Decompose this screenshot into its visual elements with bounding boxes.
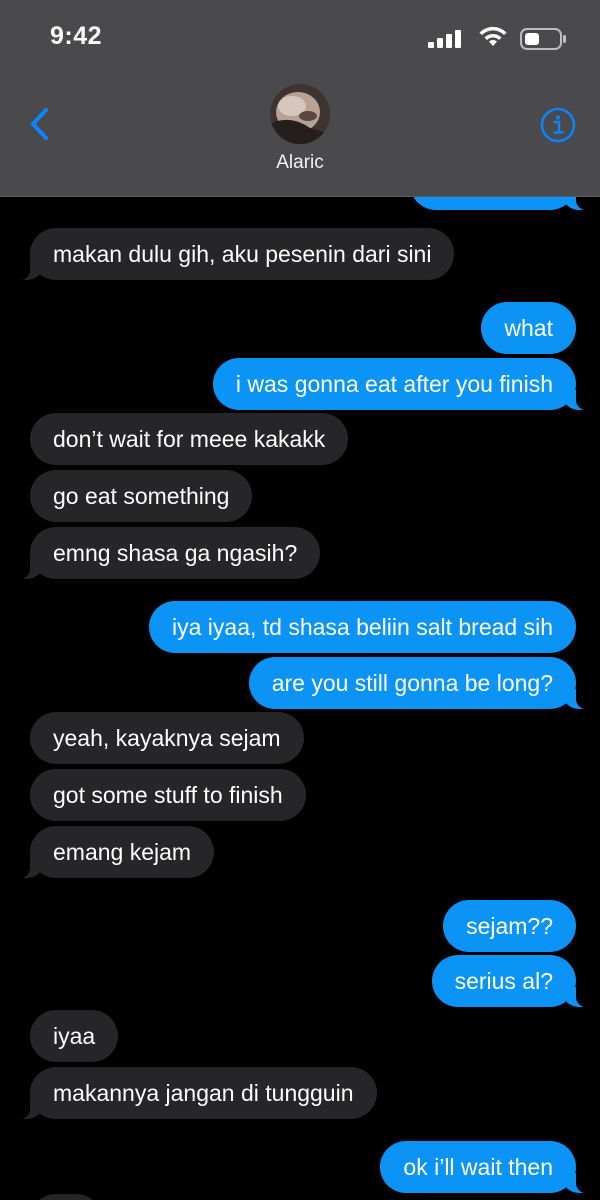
info-icon <box>540 107 576 143</box>
message-received[interactable]: don’t wait for meee kakakk <box>30 413 349 465</box>
message-text: emng shasa ga ngasih? <box>53 540 298 566</box>
message-bubble-partial[interactable] <box>30 1194 102 1200</box>
message-text: ok i’ll wait then <box>403 1154 553 1180</box>
message-received[interactable]: makannya jangan di tungguin <box>16 1067 377 1119</box>
message-received[interactable]: got some stuff to finish <box>30 769 306 821</box>
message-received[interactable]: iyaa <box>30 1010 119 1062</box>
message-text: got some stuff to finish <box>53 782 283 808</box>
contact-name[interactable]: Alaric <box>0 152 600 174</box>
message-received[interactable]: yeah, kayaknya sejam <box>30 712 304 764</box>
message-text: go eat something <box>53 483 230 509</box>
message-text: are you still gonna be long? <box>271 670 553 696</box>
messages-screen: makan dulu gih, aku pesenin dari sini wh… <box>0 0 600 1200</box>
message-text: what <box>504 315 553 341</box>
message-text: don’t wait for meee kakakk <box>53 426 326 452</box>
message-received[interactable]: makan dulu gih, aku pesenin dari sini <box>15 228 455 280</box>
wifi-icon <box>479 26 507 46</box>
message-text: sejam?? <box>466 913 553 939</box>
message-sent[interactable]: iya iyaa, td shasa beliin salt bread sih <box>149 601 576 653</box>
conversation-header: 9:42 Alaric <box>0 0 600 197</box>
message-text: makan dulu gih, aku pesenin dari sini <box>53 241 432 267</box>
message-sent[interactable]: ok i’ll wait then <box>380 1141 590 1193</box>
message-sent[interactable]: i was gonna eat after you finish <box>212 358 591 410</box>
contact-avatar[interactable] <box>270 84 330 144</box>
message-text: yeah, kayaknya sejam <box>53 725 281 751</box>
message-text: i was gonna eat after you finish <box>235 371 553 397</box>
chevron-left-icon <box>31 108 48 140</box>
message-sent[interactable]: serius al? <box>431 955 591 1007</box>
message-sent[interactable]: are you still gonna be long? <box>248 657 591 709</box>
message-received[interactable]: emang kejam <box>15 826 215 878</box>
avatar-image <box>270 84 330 144</box>
cellular-signal-icon <box>428 30 461 48</box>
status-time: 9:42 <box>50 22 103 50</box>
message-text: serius al? <box>454 968 553 994</box>
info-button[interactable] <box>540 107 576 143</box>
message-text: emang kejam <box>53 839 192 865</box>
message-text: makannya jangan di tungguin <box>53 1080 354 1106</box>
message-received[interactable]: go eat something <box>30 470 253 522</box>
battery-icon <box>520 28 566 50</box>
message-sent[interactable]: what <box>481 302 576 354</box>
message-text: iyaa <box>53 1023 96 1049</box>
message-text: iya iyaa, td shasa beliin salt bread sih <box>172 614 553 640</box>
back-button[interactable] <box>24 104 58 144</box>
message-sent[interactable]: sejam?? <box>443 900 576 952</box>
message-received[interactable]: emng shasa ga ngasih? <box>15 527 321 579</box>
